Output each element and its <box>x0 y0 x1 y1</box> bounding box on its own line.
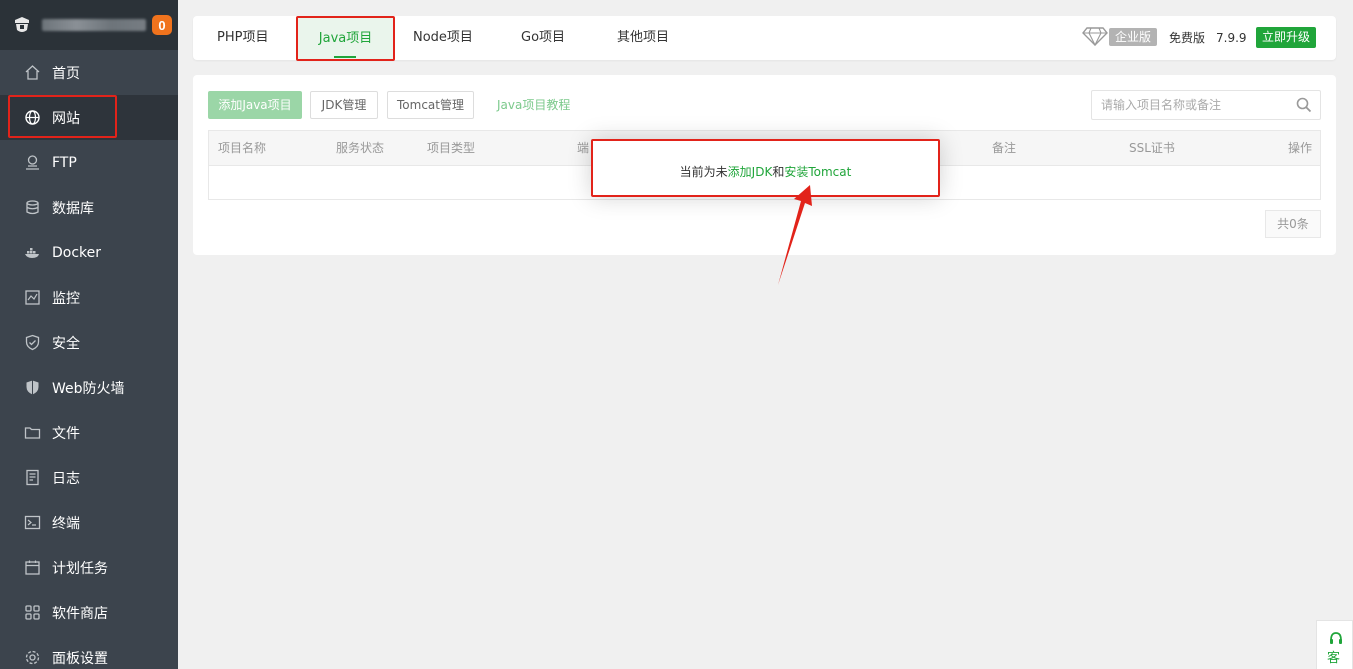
column-header[interactable]: 备注 <box>992 131 1016 165</box>
message-prefix: 当前为未 <box>679 165 728 179</box>
java-tutorial-link[interactable]: Java项目教程 <box>497 91 570 119</box>
sidebar-item-terminal[interactable]: 终端 <box>0 500 178 545</box>
sidebar-item-label: Web防火墙 <box>52 380 125 397</box>
sidebar-item-label: Docker <box>52 244 102 261</box>
diamond-icon <box>1082 27 1108 46</box>
headset-icon <box>1330 632 1342 644</box>
message-middle: 和 <box>772 165 785 179</box>
sidebar-item-home[interactable]: 首页 <box>0 50 178 95</box>
upgrade-button[interactable]: 立即升级 <box>1256 27 1316 48</box>
version-label[interactable]: 7.9.9 <box>1216 16 1247 60</box>
sidebar-item-label: 计划任务 <box>52 560 108 577</box>
tab-php[interactable]: PHP项目 <box>217 16 268 60</box>
sidebar-item-label: 软件商店 <box>52 605 108 622</box>
tab-java[interactable]: Java项目 <box>296 16 395 61</box>
jdk-manage-button[interactable]: JDK管理 <box>310 91 378 119</box>
search-placeholder: 请输入项目名称或备注 <box>1101 98 1222 112</box>
sidebar-item-logs[interactable]: 日志 <box>0 455 178 500</box>
install-tomcat-link[interactable]: 安装Tomcat <box>784 165 851 179</box>
add-jdk-link[interactable]: 添加JDK <box>728 165 773 179</box>
sidebar-item-label: 监控 <box>52 290 80 307</box>
folder-icon <box>24 424 41 441</box>
sidebar-item-store[interactable]: 软件商店 <box>0 590 178 635</box>
column-header[interactable]: 端 <box>577 131 589 165</box>
sidebar-item-firewall[interactable]: Web防火墙 <box>0 365 178 410</box>
column-header[interactable]: 项目类型 <box>427 131 475 165</box>
free-edition-label: 免费版 <box>1169 31 1206 45</box>
search-icon[interactable] <box>1296 97 1312 113</box>
firewall-icon <box>24 379 41 396</box>
sidebar-item-label: 面板设置 <box>52 650 108 667</box>
log-icon <box>24 469 41 486</box>
column-header[interactable]: 项目名称 <box>218 131 266 165</box>
logo-icon <box>15 17 29 32</box>
sidebar-item-label: 首页 <box>52 65 80 82</box>
sidebar-item-label: 安全 <box>52 335 80 352</box>
sidebar-item-ftp[interactable]: FTP <box>0 140 178 185</box>
sidebar-item-security[interactable]: 安全 <box>0 320 178 365</box>
column-header[interactable]: 操作 <box>1288 131 1312 165</box>
active-tab-indicator <box>334 56 356 58</box>
server-host-blurred <box>42 19 146 31</box>
grid-icon <box>24 604 41 621</box>
column-header[interactable]: SSL证书 <box>1129 131 1175 165</box>
sidebar-item-docker[interactable]: Docker <box>0 230 178 275</box>
customer-service-label: 客 <box>1327 651 1341 666</box>
project-tabs-bar: PHP项目 Java项目 Node项目 Go项目 其他项目 企业版 免费版 7.… <box>193 16 1336 61</box>
terminal-icon <box>24 514 41 531</box>
add-java-project-button[interactable]: 添加Java项目 <box>208 91 302 119</box>
monitor-icon <box>24 289 41 306</box>
sidebar-item-database[interactable]: 数据库 <box>0 185 178 230</box>
sidebar-item-label: 日志 <box>52 470 80 487</box>
home-icon <box>24 64 41 81</box>
pagination-total: 共0条 <box>1265 210 1321 238</box>
sidebar: 0 首页 网站 FTP 数据库 Docker 监控 安全 Web防火墙 文件 日… <box>0 0 178 669</box>
tab-node[interactable]: Node项目 <box>413 16 473 60</box>
sidebar-item-label: 文件 <box>52 425 80 442</box>
sidebar-item-label: 数据库 <box>52 200 94 217</box>
sidebar-item-label: FTP <box>52 154 77 171</box>
gear-icon <box>24 649 41 666</box>
docker-icon <box>24 244 41 261</box>
tomcat-manage-button[interactable]: Tomcat管理 <box>387 91 474 119</box>
sidebar-item-cron[interactable]: 计划任务 <box>0 545 178 590</box>
sidebar-item-files[interactable]: 文件 <box>0 410 178 455</box>
sidebar-item-monitor[interactable]: 监控 <box>0 275 178 320</box>
column-header[interactable]: 服务状态 <box>336 131 384 165</box>
customer-service-widget[interactable]: 客 <box>1316 620 1353 669</box>
ftp-icon <box>24 154 41 171</box>
notification-badge[interactable]: 0 <box>152 15 172 35</box>
database-icon <box>24 199 41 216</box>
search-input[interactable]: 请输入项目名称或备注 <box>1091 90 1321 120</box>
sidebar-item-settings[interactable]: 面板设置 <box>0 635 178 669</box>
sidebar-item-label: 终端 <box>52 515 80 532</box>
enterprise-badge[interactable]: 企业版 <box>1109 28 1157 46</box>
tab-other[interactable]: 其他项目 <box>617 16 669 60</box>
highlight-box-sidebar <box>8 95 117 138</box>
tab-java-label: Java项目 <box>318 31 373 46</box>
shield-icon <box>24 334 41 351</box>
empty-state-message: 当前为未添加JDK和安装Tomcat <box>591 139 940 197</box>
tab-go[interactable]: Go项目 <box>521 16 565 60</box>
sidebar-header: 0 <box>0 0 178 50</box>
calendar-icon <box>24 559 41 576</box>
